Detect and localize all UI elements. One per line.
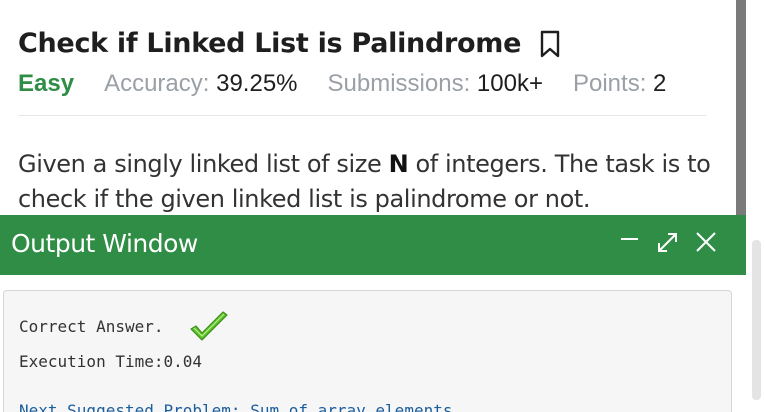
points-value: 2 bbox=[653, 70, 667, 97]
points-label: Points: bbox=[572, 70, 647, 97]
submissions-stat: Submissions: 100k+ bbox=[328, 70, 543, 98]
output-window-header[interactable]: Output Window bbox=[0, 215, 746, 275]
difficulty-badge: Easy bbox=[18, 70, 75, 97]
submissions-value: 100k+ bbox=[476, 70, 543, 97]
next-suggested-problem-link[interactable]: Next Suggested Problem: Sum of array ele… bbox=[19, 401, 452, 412]
close-icon[interactable] bbox=[693, 229, 719, 255]
page-scrollbar-thumb[interactable] bbox=[736, 0, 746, 215]
accuracy-value: 39.25% bbox=[216, 70, 298, 97]
divider bbox=[18, 115, 706, 116]
expand-icon[interactable] bbox=[655, 229, 681, 255]
execution-time: Execution Time:0.04 bbox=[19, 352, 203, 371]
problem-statement: Given a singly linked list of size N of … bbox=[18, 147, 718, 217]
statement-variable: N bbox=[388, 150, 409, 178]
problem-title: Check if Linked List is Palindrome bbox=[18, 28, 522, 59]
output-scrollbar-thumb[interactable] bbox=[752, 240, 761, 400]
bookmark-icon[interactable] bbox=[539, 30, 561, 58]
checkmark-icon bbox=[190, 311, 228, 341]
output-window-title: Output Window bbox=[11, 229, 198, 258]
points-stat: Points: 2 bbox=[573, 70, 666, 98]
problem-header: Check if Linked List is Palindrome bbox=[18, 28, 561, 59]
output-console: Correct Answer. Execution Time:0.04 Next… bbox=[3, 290, 732, 412]
minimize-icon[interactable] bbox=[618, 229, 644, 255]
problem-meta: Easy Accuracy: 39.25% Submissions: 100k+… bbox=[18, 70, 696, 98]
submissions-label: Submissions: bbox=[327, 70, 471, 97]
accuracy-label: Accuracy: bbox=[104, 70, 210, 97]
output-window: Output Window Correct Answer. Execution … bbox=[0, 215, 746, 412]
accuracy-stat: Accuracy: 39.25% bbox=[104, 70, 297, 98]
result-message: Correct Answer. bbox=[19, 317, 164, 336]
statement-text-start: Given a singly linked list of size bbox=[18, 150, 389, 178]
